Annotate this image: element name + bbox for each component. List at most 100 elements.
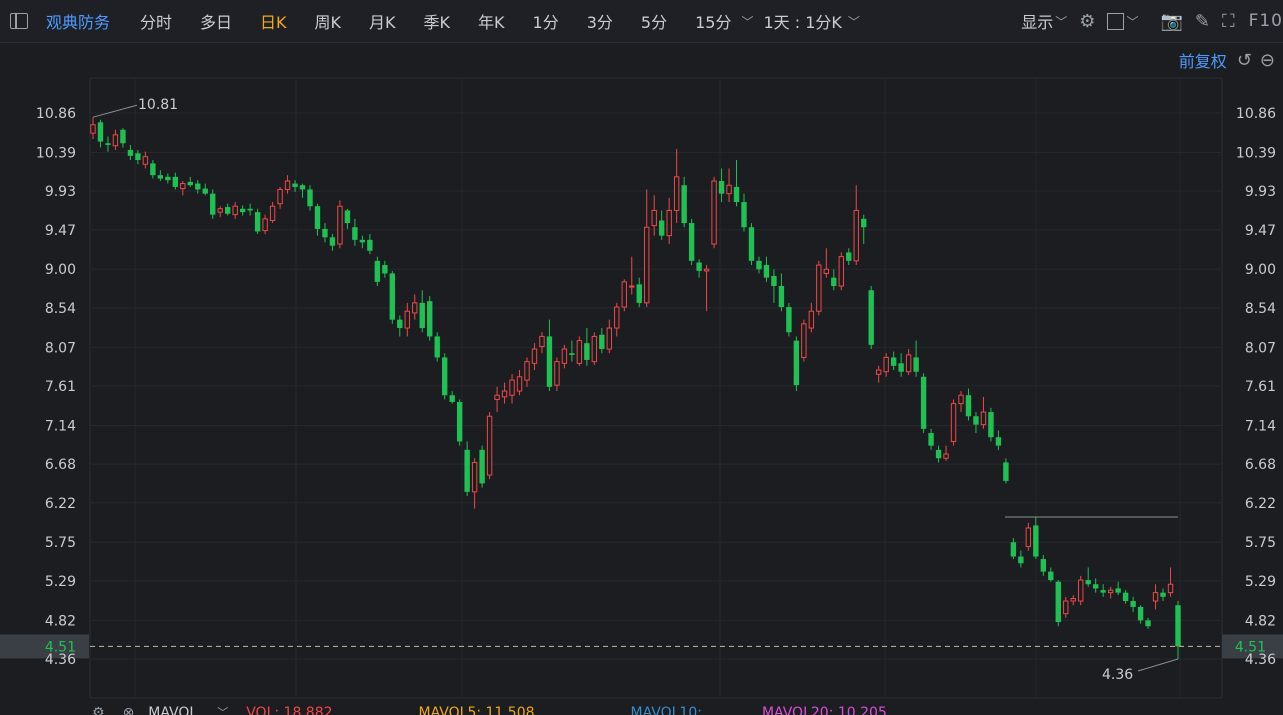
candle-body [786,307,792,333]
candle-body [1033,525,1039,557]
candle-body [868,290,874,345]
candle-body [658,220,665,236]
candle-body [748,227,755,261]
candle-body [344,210,351,224]
price-tick-right: 5.29 [1245,574,1276,590]
candle-body [314,206,321,229]
mavol5-value: MAVOL5: 11.508 [418,705,535,715]
candle-body [853,209,859,262]
candle-body [816,264,822,312]
candle [711,176,717,249]
candle-body [1010,542,1017,557]
price-tick-left: 10.39 [36,145,76,161]
price-tick-right: 7.14 [1245,418,1276,434]
candle-body [262,218,268,232]
price-tick-right: 9.00 [1245,262,1276,278]
candle-body [801,323,807,358]
candle-body [621,281,627,308]
candle-body [614,306,620,329]
candle [988,407,994,442]
candle-body [524,361,530,381]
candle-body [434,336,440,358]
candle-body [1152,592,1159,602]
candle-body [412,302,418,314]
candle-body [958,394,964,405]
vol-value: VOL: 18.882 [246,705,333,715]
candle [427,296,433,341]
candle-body [1100,590,1106,593]
price-tick-right: 4.82 [1245,613,1276,629]
candle-body [651,209,657,227]
candle-body [531,348,538,364]
candle-body [217,208,223,213]
candle [786,302,792,337]
candle-body [1078,579,1084,602]
candle-body [105,143,111,145]
candle-body [112,134,119,147]
close-icon[interactable]: ⊗ [123,700,135,715]
candle-body [673,176,680,211]
candle-body [232,205,238,216]
candle-body [554,361,560,386]
candle-body [516,376,523,392]
candle-body [210,193,216,215]
candle [688,218,695,266]
candle-body [247,208,253,211]
candle-body [367,239,373,251]
candle-body [157,175,164,179]
candlestick-chart[interactable]: 4.51 4.5110.814.36 10.86 10.8610.39 10.399.… [0,0,1283,700]
candle-body [120,129,126,144]
price-tick-right: 7.61 [1245,379,1276,395]
candle-body [501,390,508,398]
candle-body [905,354,912,373]
candle [816,260,822,316]
price-tick-left: 8.54 [45,301,76,317]
candle-body [763,265,770,278]
candle-body [726,184,732,195]
candle-body [980,411,987,426]
candle-body [1160,592,1166,597]
candle-body [831,277,837,287]
chevron-down-icon[interactable]: ﹀ [217,700,228,715]
candle-body [464,449,470,492]
candle-body [172,176,179,187]
candle-body [1137,606,1144,621]
settings-icon[interactable]: ⚙ [92,700,105,715]
candle-body [456,401,463,442]
candle-body [943,453,949,459]
price-tick-left: 9.93 [45,184,76,200]
candle-body [973,416,979,425]
candle-body [711,180,717,245]
candle-body [1048,571,1054,581]
candle-body [187,181,193,186]
candle-body [741,202,747,228]
candle-body [382,265,388,274]
candle-body [688,223,695,261]
candle-body [150,163,156,176]
mavol20-value: MAVOL20: 10.205 [761,705,887,715]
candle-body [1175,605,1181,647]
candle-body [1003,462,1009,481]
candle-body [1145,620,1151,627]
candle [920,373,927,434]
candle-body [823,268,830,274]
indicator-name[interactable]: MAVOL [148,700,197,715]
candle [748,223,755,266]
price-tick-right: 9.47 [1245,223,1276,239]
candle-body [629,285,635,288]
candle-body [397,319,403,329]
candle [486,412,493,480]
candle-body [239,208,246,213]
candle-body [494,394,500,400]
candle-body [509,379,515,396]
price-tick-left: 10.86 [36,106,76,122]
candle [254,208,261,234]
candle-body [636,284,642,303]
price-tick-left: 4.82 [45,613,76,629]
candle-body [449,395,455,402]
candle-body [793,340,800,386]
price-tick-right: 10.39 [1236,145,1276,161]
candle-body [180,183,186,190]
candle-body [928,433,934,446]
price-tick-right: 8.54 [1245,301,1276,317]
